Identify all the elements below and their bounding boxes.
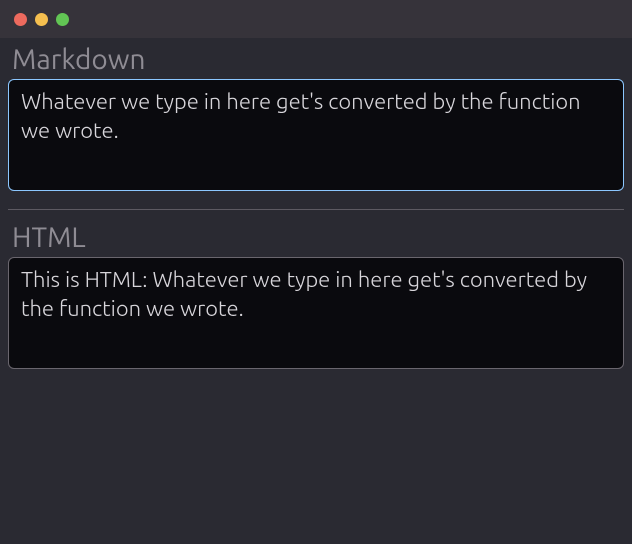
- window-titlebar: [0, 0, 632, 38]
- window-close-button[interactable]: [14, 13, 27, 26]
- markdown-label: Markdown: [8, 38, 624, 79]
- html-label: HTML: [8, 216, 624, 257]
- markdown-input[interactable]: [8, 79, 624, 191]
- window-maximize-button[interactable]: [56, 13, 69, 26]
- section-divider: [8, 209, 624, 210]
- window-minimize-button[interactable]: [35, 13, 48, 26]
- main-content: Markdown HTML This is HTML: Whatever we …: [0, 38, 632, 369]
- html-output: This is HTML: Whatever we type in here g…: [8, 257, 624, 369]
